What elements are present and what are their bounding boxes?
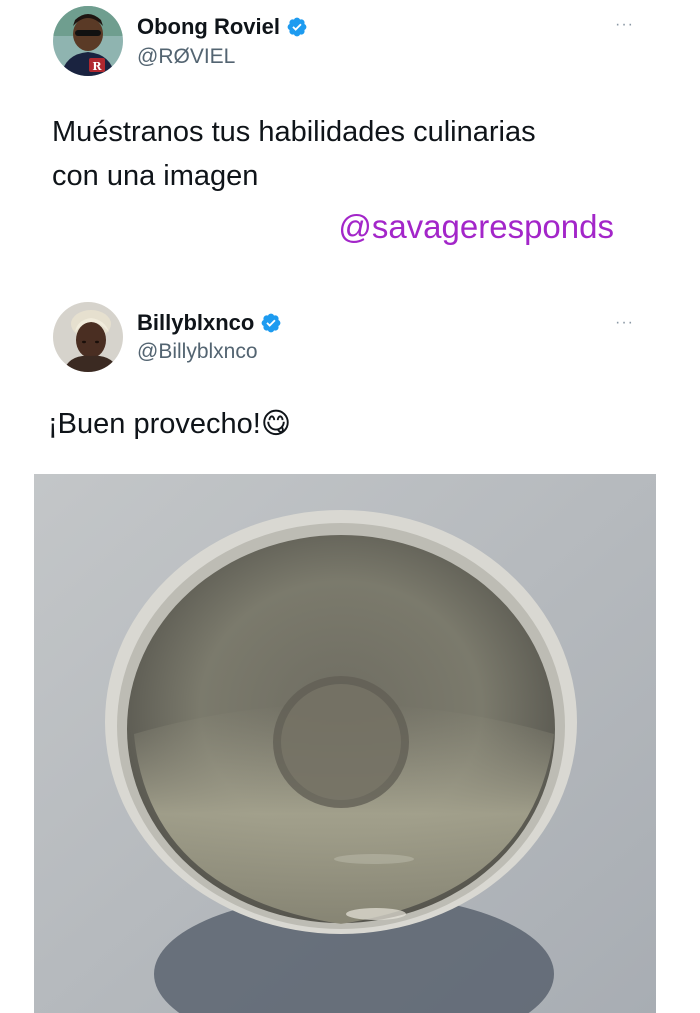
face-savoring-food-emoji-icon: 😋 (260, 408, 292, 440)
more-options-icon[interactable]: ··· (615, 314, 634, 332)
tweet-text-content: ¡Buen provecho! (48, 408, 261, 440)
user-avatar-icon (53, 302, 123, 372)
empty-bowl-photo (34, 474, 656, 1013)
tweet-text: ¡Buen provecho!😋 (48, 402, 291, 446)
tweet-text-line-2: con una imagen (52, 160, 259, 192)
tweet-text-line-1: Muéstranos tus habilidades culinarias (52, 116, 536, 148)
name-row: Obong Roviel (137, 14, 308, 40)
handle[interactable]: @Billyblxnco (137, 340, 258, 364)
tweet-attached-photo[interactable] (34, 474, 656, 1013)
svg-text:R: R (92, 60, 102, 73)
tweet-text: Muéstranos tus habilidades culinarias co… (52, 110, 536, 198)
user-avatar-icon: R (53, 6, 123, 76)
more-options-icon[interactable]: ··· (615, 16, 634, 34)
watermark: @savageresponds (338, 208, 614, 245)
handle[interactable]: @RØVIEL (137, 45, 235, 69)
tweet-obong-roviel: R Obong Roviel @RØVIEL ··· Muéstranos tu… (0, 0, 700, 300)
name-row: Billyblxnco (137, 310, 282, 336)
verified-badge-icon (261, 313, 281, 333)
display-name[interactable]: Obong Roviel (137, 14, 280, 40)
verified-badge-icon (287, 17, 307, 37)
display-name[interactable]: Billyblxnco (137, 310, 254, 336)
avatar-billyblxnco[interactable] (53, 302, 123, 372)
avatar-obong-roviel[interactable]: R (53, 6, 123, 76)
